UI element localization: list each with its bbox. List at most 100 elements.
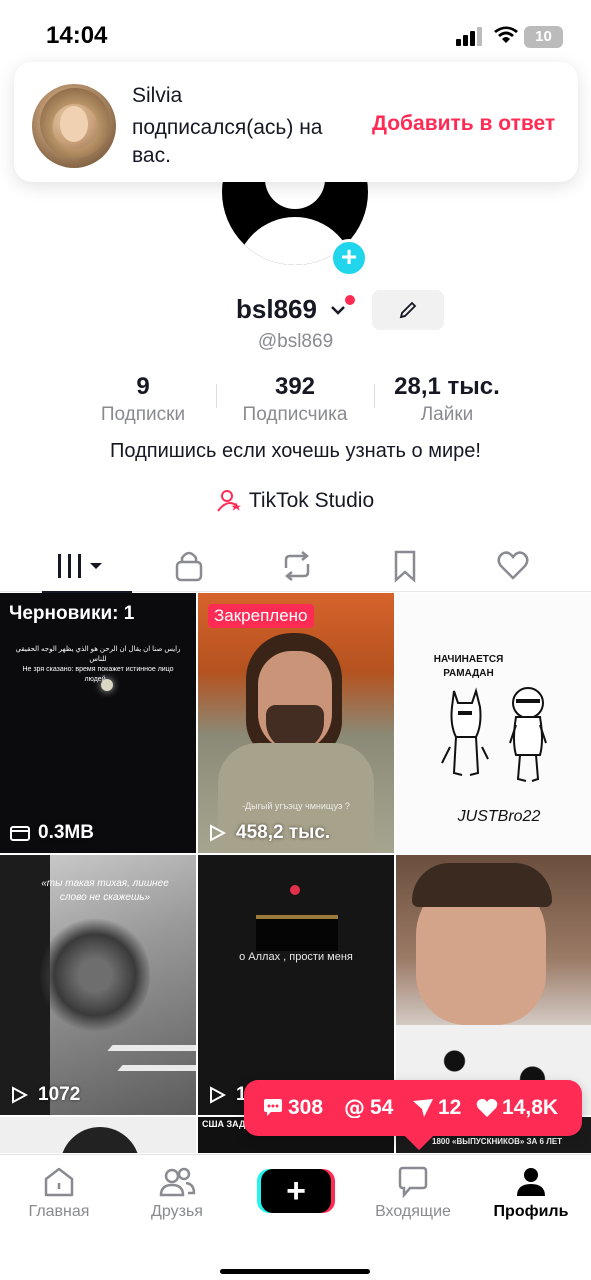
play-icon bbox=[210, 1086, 226, 1104]
moon-image bbox=[101, 679, 113, 691]
username[interactable]: bsl869 bbox=[236, 294, 317, 324]
bottom-tab-bar: Главная Друзья + Входящие Профиль bbox=[0, 1154, 591, 1280]
heart-sticker bbox=[290, 885, 300, 895]
notification-name: Silvia bbox=[132, 84, 183, 107]
tab-friends[interactable]: Друзья bbox=[122, 1165, 232, 1235]
video-cell-man[interactable] bbox=[396, 855, 591, 1115]
stat-divider bbox=[216, 384, 217, 408]
pinned-video-cell[interactable]: Закреплено -Дыгый угъэцу чмнищуэ ? 458,2… bbox=[198, 593, 394, 853]
kaaba-image bbox=[256, 915, 338, 951]
kaaba-views: 1 bbox=[208, 1083, 247, 1107]
draft-caption-ru: Не зря сказано: время покажет истинное л… bbox=[22, 666, 174, 683]
video-cell-kaaba[interactable]: о Аллах , прости меня 1 bbox=[198, 855, 394, 1115]
flowers-caption: «ты такая тихая, лишнее слово не скажешь… bbox=[41, 878, 169, 903]
draft-cell[interactable]: Черновики: 1 رايس صنا ان يقال ان الرحن ه… bbox=[0, 593, 196, 853]
video-cell-partial[interactable] bbox=[0, 1117, 196, 1153]
man-hair bbox=[412, 863, 552, 907]
tab-liked[interactable] bbox=[466, 540, 556, 592]
activity-bubble[interactable]: 308 @ 54 12 14,8K bbox=[244, 1080, 582, 1136]
crosswalk-stripe bbox=[117, 1065, 196, 1071]
profile-icon bbox=[517, 1168, 545, 1196]
follow-back-button[interactable]: Добавить в ответ bbox=[372, 112, 555, 136]
battery-level: 10 bbox=[535, 28, 552, 45]
tab-reposts[interactable] bbox=[250, 540, 340, 592]
tab-friends-label: Друзья bbox=[151, 1203, 203, 1220]
content-tabs bbox=[0, 540, 591, 593]
play-icon bbox=[12, 1086, 28, 1104]
repost-icon bbox=[284, 551, 310, 581]
notification-text: подписался(ась) на вас. bbox=[132, 116, 323, 167]
stat-likes-label: Лайки bbox=[420, 404, 474, 425]
tab-profile-label: Профиль bbox=[493, 1203, 569, 1220]
flowers-views-value: 1072 bbox=[38, 1084, 81, 1105]
kaaba-caption: о Аллах , прости меня bbox=[239, 951, 353, 963]
stat-likes-value: 28,1 тыс. bbox=[394, 373, 500, 400]
stat-followers-value: 392 bbox=[274, 373, 316, 400]
tab-private[interactable] bbox=[142, 540, 232, 592]
lock-icon bbox=[175, 551, 203, 582]
inbox-icon bbox=[398, 1166, 428, 1199]
likes-value: 14,8K bbox=[502, 1096, 559, 1119]
draft-label: Черновики: 1 bbox=[9, 603, 135, 624]
edit-profile-button[interactable] bbox=[372, 290, 444, 330]
add-avatar-button[interactable]: + bbox=[330, 239, 368, 277]
username-row[interactable]: bsl869 bbox=[236, 294, 355, 328]
follow-notification[interactable]: Silvia подписался(ась) на вас. Добавить … bbox=[14, 62, 578, 182]
pinned-views: 458,2 тыс. bbox=[208, 821, 330, 845]
studio-label: TikTok Studio bbox=[248, 489, 375, 512]
folder-icon bbox=[10, 826, 30, 841]
tab-home[interactable]: Главная bbox=[4, 1165, 114, 1235]
draft-size-value: 0.3MB bbox=[38, 822, 94, 843]
video-cell-flowers[interactable]: «ты такая тихая, лишнее слово не скажешь… bbox=[0, 855, 196, 1115]
notification-avatar bbox=[32, 84, 116, 168]
bookmark-icon bbox=[394, 550, 416, 583]
studio-person-icon bbox=[217, 490, 241, 512]
profile-stats: 9 Подписки 392 Подписчика 28,1 тыс. Лайк… bbox=[0, 372, 591, 428]
wifi-icon bbox=[494, 26, 518, 43]
create-button[interactable]: + bbox=[261, 1169, 331, 1213]
svg-text:@: @ bbox=[344, 1098, 365, 1118]
tab-inbox[interactable]: Входящие bbox=[358, 1165, 468, 1235]
home-icon bbox=[44, 1167, 74, 1197]
stat-following-value: 9 bbox=[136, 373, 150, 400]
comment-icon bbox=[264, 1099, 282, 1116]
stat-followers-label: Подписчика bbox=[242, 404, 348, 425]
chevron-down-icon[interactable] bbox=[330, 300, 346, 321]
tab-profile[interactable]: Профиль bbox=[476, 1165, 586, 1235]
stat-followers[interactable]: 392 Подписчика bbox=[226, 372, 364, 428]
partial-head bbox=[60, 1127, 140, 1153]
tiktok-studio-link[interactable]: TikTok Studio bbox=[0, 486, 591, 516]
strip-text-2: 1800 «ВЫПУСКНИКОВ» ЗА 6 ЛЕТ bbox=[432, 1137, 563, 1146]
draft-caption: رايس صنا ان يقال ان الرحن هو الذي يظهر ا… bbox=[10, 645, 186, 685]
video-grid: Черновики: 1 رايس صنا ان يقال ان الرحن ه… bbox=[0, 593, 591, 1153]
tab-home-label: Главная bbox=[28, 1203, 90, 1220]
mentions-value: 54 bbox=[370, 1096, 394, 1119]
flowers-views: 1072 bbox=[10, 1083, 80, 1107]
crosswalk-stripe bbox=[107, 1045, 196, 1051]
stat-divider bbox=[374, 384, 375, 408]
stat-likes[interactable]: 28,1 тыс. Лайки bbox=[382, 372, 512, 428]
flower-bouquet bbox=[40, 915, 150, 1035]
pinned-views-value: 458,2 тыс. bbox=[236, 822, 331, 843]
ramadan-title-line1: НАЧИНАЕТСЯ bbox=[433, 654, 504, 665]
home-indicator bbox=[220, 1269, 370, 1274]
pencil-icon bbox=[399, 301, 417, 319]
signal-icon bbox=[456, 26, 486, 46]
ramadan-title-line2: РАМАДАН bbox=[443, 668, 494, 679]
profile-handle: @bsl869 bbox=[257, 331, 334, 352]
comments-value: 308 bbox=[288, 1096, 324, 1119]
status-bar: 14:04 10 bbox=[0, 0, 591, 70]
draft-size: 0.3MB bbox=[10, 821, 94, 845]
likes-count: 14,8K bbox=[476, 1094, 558, 1122]
ramadan-title: НАЧИНАЕТСЯ РАМАДАН bbox=[396, 653, 541, 681]
video-cell-ramadan[interactable]: НАЧИНАЕТСЯ РАМАДАН JUSTBro22 bbox=[396, 593, 591, 853]
stat-following-label: Подписки bbox=[100, 404, 186, 425]
tab-videos[interactable] bbox=[42, 540, 132, 593]
cartoon-drawing bbox=[441, 687, 547, 782]
status-time: 14:04 bbox=[46, 22, 108, 49]
stat-following[interactable]: 9 Подписки bbox=[80, 372, 206, 428]
shares-count: 12 bbox=[412, 1094, 461, 1122]
shares-value: 12 bbox=[438, 1096, 462, 1119]
grid-icon bbox=[58, 554, 102, 578]
tab-favorites[interactable] bbox=[358, 540, 448, 592]
